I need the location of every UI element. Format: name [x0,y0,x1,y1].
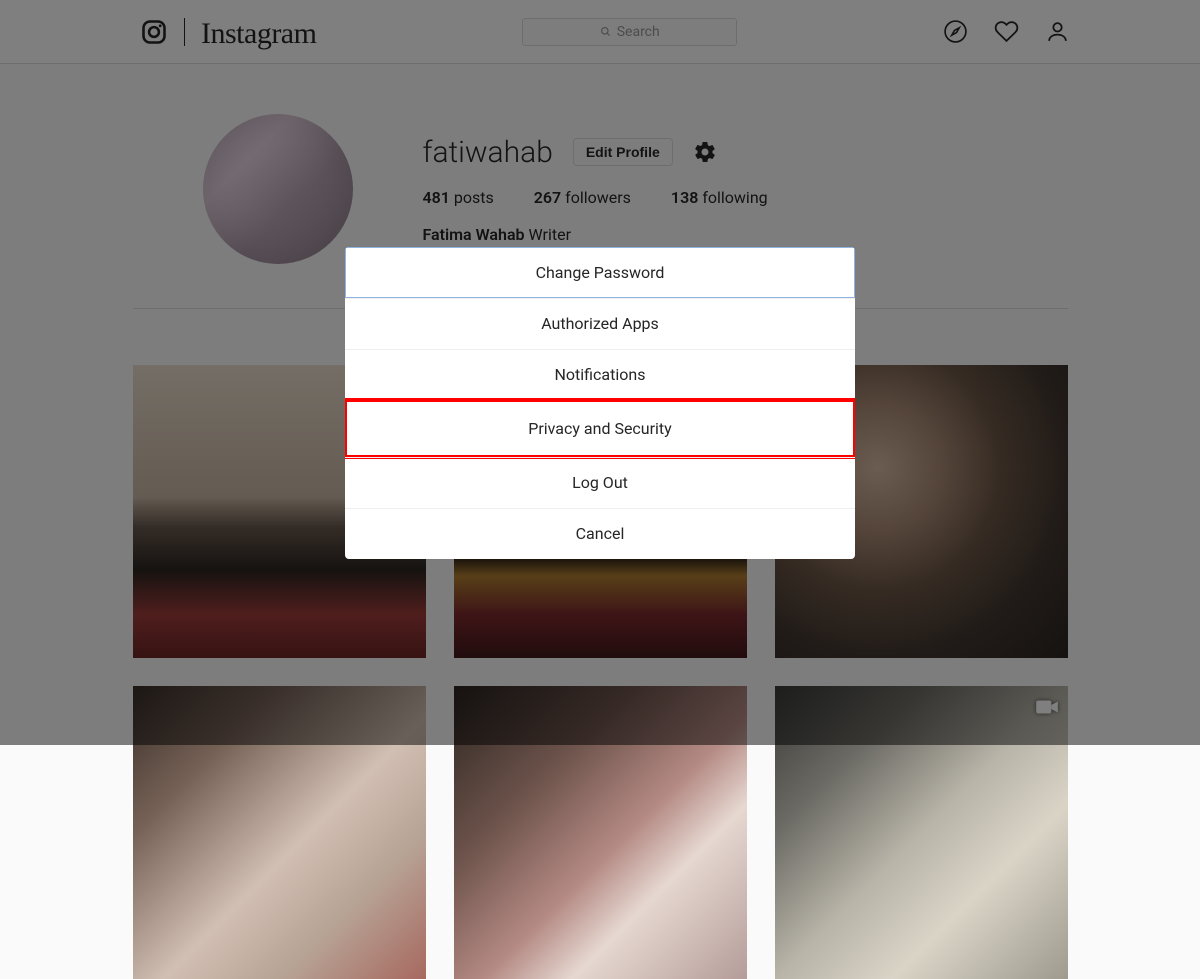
settings-modal: Change Password Authorized Apps Notifica… [345,247,855,559]
modal-overlay[interactable]: Change Password Authorized Apps Notifica… [0,0,1200,745]
modal-item-privacy-security[interactable]: Privacy and Security [345,400,855,457]
modal-item-authorized-apps[interactable]: Authorized Apps [345,298,855,349]
modal-item-cancel[interactable]: Cancel [345,508,855,559]
modal-item-notifications[interactable]: Notifications [345,349,855,400]
modal-item-log-out[interactable]: Log Out [345,457,855,508]
modal-item-change-password[interactable]: Change Password [345,247,855,298]
